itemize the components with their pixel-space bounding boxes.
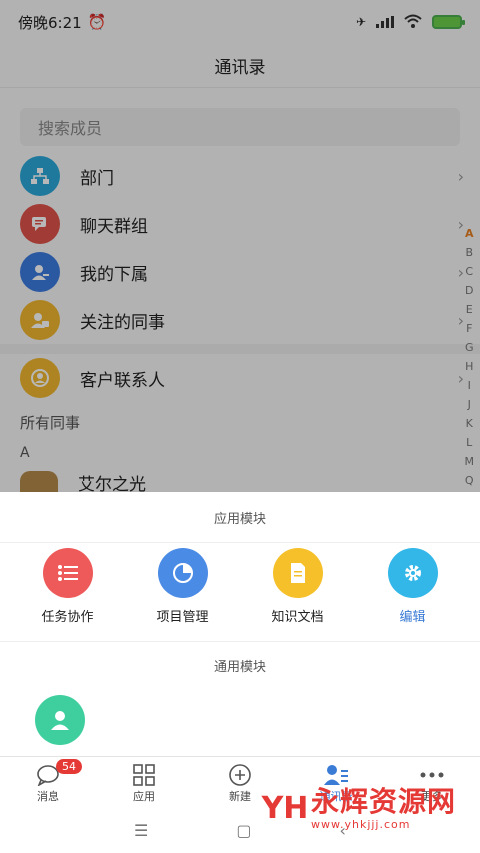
grid-icon [133, 762, 155, 788]
module-label: 项目管理 [156, 610, 209, 625]
user-icon [35, 695, 85, 745]
watermark-url: www.yhkjjj.com [310, 818, 411, 831]
menu-icon[interactable]: ☰ [134, 821, 148, 840]
tab-messages[interactable]: 54 消息 [0, 757, 96, 808]
module-project-management[interactable]: 项目管理 [133, 548, 233, 625]
module-task-collaboration[interactable]: 任务协作 [18, 548, 118, 625]
gear-icon [387, 548, 438, 598]
plus-circle-icon [228, 762, 252, 788]
module-edit[interactable]: 编辑 [363, 548, 463, 625]
document-icon [272, 548, 323, 598]
home-icon[interactable]: ▢ [236, 821, 251, 840]
module-label: 编辑 [399, 610, 426, 625]
module-label: 知识文档 [271, 610, 324, 625]
tab-label: 新建 [229, 789, 251, 803]
list-icon [42, 548, 93, 598]
tab-label: 消息 [37, 789, 59, 803]
tab-apps[interactable]: 应用 [96, 757, 192, 808]
module-knowledge-docs[interactable]: 知识文档 [248, 548, 348, 625]
dim-overlay[interactable] [0, 0, 480, 492]
module-label: 任务协作 [41, 610, 94, 625]
watermark-logo-icon: YH [261, 791, 309, 826]
contacts-icon [323, 762, 349, 788]
unread-badge: 54 [56, 759, 82, 774]
watermark: YH 永辉资源网 www.yhkjjj.com [261, 785, 456, 832]
module-sheet: 应用模块 任务协作 项目管理 知识文档 编辑 通用模块 [0, 492, 480, 772]
app-modules-title: 应用模块 [0, 492, 480, 543]
contacts-screen: 傍晚6:21 ⏰ ✈ 通讯录 搜索成员 部门 › 聊天群组 › 我的下属 › 关… [0, 0, 480, 853]
watermark-title: 永辉资源网 [310, 785, 456, 818]
tab-label: 应用 [133, 789, 155, 803]
pie-chart-icon [157, 548, 208, 598]
more-icon [420, 762, 444, 788]
common-modules-title: 通用模块 [0, 641, 480, 689]
